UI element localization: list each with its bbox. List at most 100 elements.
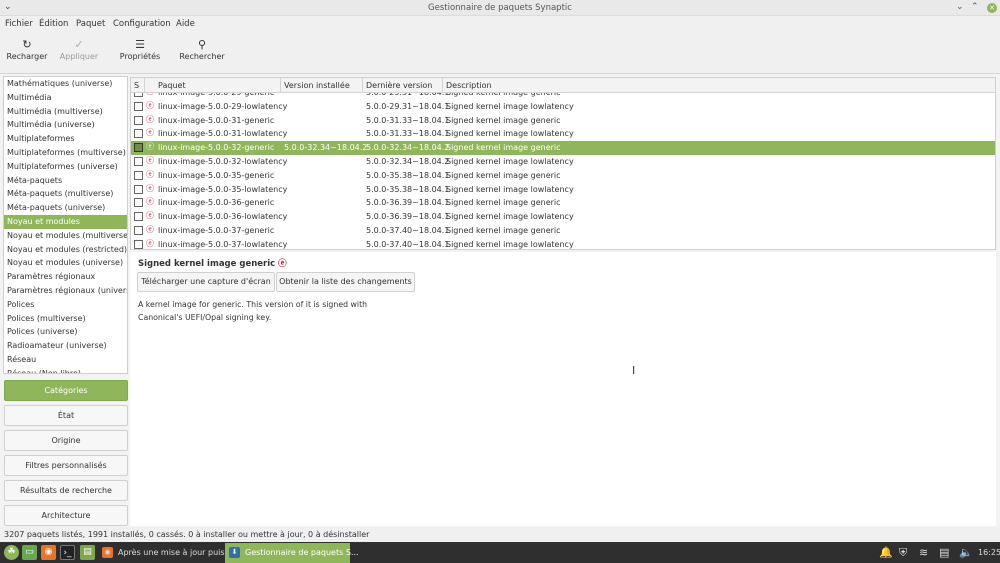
show-desktop-icon[interactable]: ▭ [22,545,37,560]
header-status[interactable]: S [134,81,139,90]
close-icon[interactable]: ✕ [987,3,997,13]
header-description[interactable]: Description [446,81,492,90]
package-description: Signed kernel image generic [446,226,561,235]
header-installed-version[interactable]: Version installée [284,81,350,90]
install-checkbox[interactable] [134,129,143,139]
apply-label: Appliquer [59,52,99,61]
status-filter-button[interactable]: État [4,405,128,426]
category-item[interactable]: Multiplateformes (universe) [4,160,127,174]
menu-fichier[interactable]: Fichier [5,19,33,29]
category-item[interactable]: Polices (multiverse) [4,312,127,326]
category-item[interactable]: Noyau et modules (universe) [4,256,127,270]
category-list[interactable]: Mathématiques (universe) Multimédia Multim… [3,76,128,374]
latest-version: 5.0.0-36.39~18.04.1 [366,198,450,208]
debian-icon: ⓔ [146,128,154,138]
category-item[interactable]: Polices (universe) [4,325,127,339]
taskbar-window-firefox[interactable]: ◉ Après une mise à jour puis ... [98,543,235,563]
minimize-icon[interactable]: ⌄ [956,2,964,12]
taskbar: ☘ ▭ ◉ ›_ ▤ ◉ Après une mise à jour puis … [0,542,1000,563]
latest-version: 5.0.0-32.34~18.04.2 [366,157,450,166]
properties-button[interactable]: ☰ Propriétés [116,38,164,61]
install-checkbox[interactable] [134,170,143,180]
taskbar-window-synaptic[interactable]: ⬇ Gestionnaire de paquets S... [225,543,359,563]
terminal-icon[interactable]: ›_ [60,545,75,560]
clipboard-icon[interactable]: ▤ [939,546,949,559]
category-item[interactable]: Radioamateur (universe) [4,339,127,353]
package-table[interactable]: ⓔlinux-image-5.0.0-29-generic5.0.0-29.31… [130,77,996,250]
get-changelog-button[interactable]: Obtenir la liste des changements [276,272,415,292]
wifi-icon[interactable]: ≋ [919,546,928,559]
latest-version: 5.0.0-31.33~18.04.1 [366,129,450,139]
install-checkbox[interactable] [134,101,143,111]
architecture-button[interactable]: Architecture [4,505,128,526]
custom-filters-button[interactable]: Filtres personnalisés [4,455,128,476]
table-row[interactable]: ⓔ linux-image-5.0.0-36-lowlatency 5.0.0-36… [131,210,995,224]
install-checkbox[interactable] [134,115,143,125]
table-row[interactable]: ⓔ linux-image-5.0.0-35-generic 5.0.0-35.38… [131,169,995,183]
category-item[interactable]: Réseau [4,353,127,367]
category-item[interactable]: Mathématiques (universe) [4,77,127,91]
header-package[interactable]: Paquet [158,81,186,90]
category-item[interactable]: Multimédia (multiverse) [4,105,127,119]
volume-icon[interactable]: 🔈 [959,546,973,559]
install-checkbox[interactable] [134,143,143,153]
category-item[interactable]: Noyau et modules (multiverse) [4,229,127,243]
latest-version: 5.0.0-35.38~18.04.1 [366,170,450,180]
files-icon[interactable]: ▤ [80,545,95,560]
install-checkbox[interactable] [134,157,143,166]
menu-edition[interactable]: Édition [39,19,68,29]
firefox-window-icon: ◉ [102,547,113,558]
category-item[interactable]: Méta-paquets (multiverse) [4,187,127,201]
menu-configuration[interactable]: Configuration [113,19,171,29]
notification-icon[interactable]: 🔔 [879,546,893,559]
origin-filter-button[interactable]: Origine [4,430,128,451]
table-row[interactable]: ⓔ linux-image-5.0.0-37-lowlatency 5.0.0-37… [131,238,995,249]
search-button[interactable]: ⚲ Rechercher [178,38,226,61]
table-row[interactable]: ⓔ linux-image-5.0.0-35-lowlatency 5.0.0-35… [131,183,995,197]
category-item[interactable]: Paramètres régionaux (universe) [4,284,127,298]
latest-version: 5.0.0-29.31~18.04.1 [366,101,450,111]
category-item[interactable]: Paramètres régionaux [4,270,127,284]
install-checkbox[interactable] [134,184,143,194]
category-item[interactable]: Polices [4,298,127,312]
category-item[interactable]: Méta-paquets [4,174,127,188]
install-checkbox[interactable] [134,212,143,222]
reload-button[interactable]: ↻ Recharger [6,38,48,61]
table-row[interactable]: ⓔ linux-image-5.0.0-36-generic 5.0.0-36.39… [131,196,995,210]
apply-button[interactable]: ✓ Appliquer [56,38,102,61]
table-row[interactable]: ⓔ linux-image-5.0.0-31-lowlatency 5.0.0-31… [131,127,995,141]
table-row[interactable]: ⓔ linux-image-5.0.0-32-generic 5.0.0-32.34… [131,141,995,155]
categories-button[interactable]: Catégories [4,380,128,401]
install-checkbox[interactable] [134,198,143,208]
table-header: S Paquet Version installée Dernière vers… [131,78,995,93]
category-item[interactable]: Réseau (Non libre) [4,367,127,373]
package-description: Signed kernel image generic [446,115,561,125]
search-label: Rechercher [179,52,225,61]
package-description: Signed kernel image generic [446,143,561,153]
category-item[interactable]: Noyau et modules (restricted) [4,243,127,257]
table-row[interactable]: ⓔ linux-image-5.0.0-32-lowlatency 5.0.0-32… [131,155,995,169]
menu-aide[interactable]: Aide [176,19,195,29]
category-item[interactable]: Multimédia [4,91,127,105]
table-row[interactable]: ⓔ linux-image-5.0.0-37-generic 5.0.0-37.40… [131,224,995,238]
package-detail: Signed kernel image generic ⓔ Télécharge… [130,252,996,526]
download-screenshot-button[interactable]: Télécharger une capture d'écran [137,272,275,292]
table-row[interactable]: ⓔ linux-image-5.0.0-31-generic 5.0.0-31.33… [131,114,995,128]
install-checkbox[interactable] [134,239,143,249]
menu-paquet[interactable]: Paquet [76,19,105,29]
category-item[interactable]: Méta-paquets (universe) [4,201,127,215]
category-item[interactable]: Multiplateformes [4,132,127,146]
table-row[interactable]: ⓔ linux-image-5.0.0-29-lowlatency 5.0.0-29… [131,100,995,114]
firefox-icon[interactable]: ◉ [41,545,56,560]
install-checkbox[interactable] [134,226,143,235]
debian-icon: ⓔ [146,156,154,165]
maximize-icon[interactable]: ⌃ [971,2,979,12]
mint-menu-icon[interactable]: ☘ [4,545,19,560]
package-description: Signed kernel image lowlatency [446,157,574,166]
category-item[interactable]: Multimédia (universe) [4,118,127,132]
shield-icon[interactable]: ⛨ [899,546,907,560]
category-item[interactable]: Multiplateformes (multiverse) [4,146,127,160]
search-results-button[interactable]: Résultats de recherche [4,480,128,501]
header-latest-version[interactable]: Dernière version [366,81,432,90]
category-item[interactable]: Noyau et modules [4,214,127,229]
